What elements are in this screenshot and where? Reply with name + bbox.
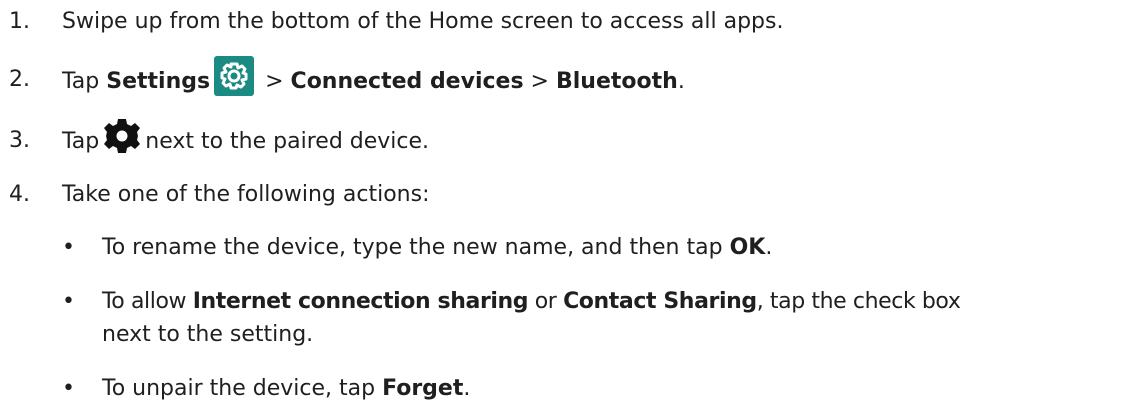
bullet-post: , tap the check box bbox=[756, 289, 961, 314]
bullet-text-line2: next to the setting. bbox=[102, 322, 314, 347]
bullet-mark: • bbox=[62, 235, 75, 260]
step-text: Take one of the following actions: bbox=[62, 182, 430, 207]
separator: > bbox=[265, 69, 284, 94]
tap-word: Tap bbox=[62, 69, 100, 94]
step-text: Tap Settings > Connected devices > Bluet… bbox=[62, 56, 685, 98]
bullet-pre: To rename the device, type the new name,… bbox=[102, 235, 723, 260]
step-text-rest: next to the paired device. bbox=[145, 129, 430, 154]
period: . bbox=[677, 69, 685, 94]
bullet-pre: To allow bbox=[102, 289, 187, 314]
separator: > bbox=[530, 69, 549, 94]
bullet-mid: or bbox=[534, 289, 557, 314]
bullet-text: To rename the device, type the new name,… bbox=[102, 234, 772, 262]
tap-word: Tap bbox=[62, 129, 100, 154]
internet-sharing-label: Internet connection sharing bbox=[192, 289, 529, 314]
period: . bbox=[463, 376, 471, 401]
step-number: 1. bbox=[9, 9, 30, 34]
contact-sharing-label: Contact Sharing bbox=[563, 289, 757, 314]
settings-label: Settings bbox=[106, 69, 211, 94]
step-text: Tap next to the paired device. bbox=[62, 119, 430, 157]
period: . bbox=[765, 235, 773, 260]
connected-devices-label: Connected devices bbox=[290, 69, 524, 94]
forget-label: Forget bbox=[382, 376, 464, 401]
step-number: 4. bbox=[9, 182, 30, 207]
settings-app-icon bbox=[214, 56, 255, 96]
step-number: 2. bbox=[9, 67, 30, 92]
bullet-text: To allow Internet connection sharing or … bbox=[102, 288, 961, 316]
step-text: Swipe up from the bottom of the Home scr… bbox=[62, 9, 784, 34]
bullet-pre: To unpair the device, tap bbox=[102, 376, 376, 401]
gear-icon bbox=[103, 117, 141, 155]
bullet-text: To unpair the device, tap Forget. bbox=[102, 375, 470, 403]
bluetooth-label: Bluetooth bbox=[555, 69, 678, 94]
bullet-mark: • bbox=[62, 289, 75, 314]
bullet-mark: • bbox=[62, 376, 75, 401]
ok-label: OK bbox=[729, 235, 766, 260]
step-number: 3. bbox=[9, 128, 30, 153]
